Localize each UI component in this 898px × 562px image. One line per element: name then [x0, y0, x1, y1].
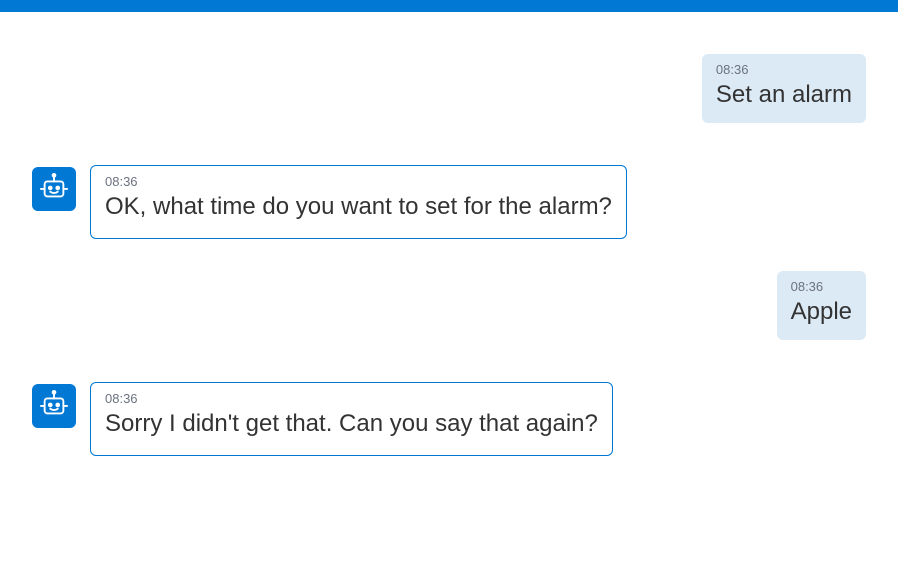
message-text: Sorry I didn't get that. Can you say tha… [105, 408, 598, 440]
message-row-bot: 08:36 Sorry I didn't get that. Can you s… [32, 382, 866, 455]
chat-container: 08:36 Set an alarm 08:36 OK, wha [0, 12, 898, 456]
message-timestamp: 08:36 [716, 62, 852, 77]
user-message-bubble[interactable]: 08:36 Apple [777, 271, 866, 340]
bot-message-bubble[interactable]: 08:36 OK, what time do you want to set f… [90, 165, 627, 238]
message-text: OK, what time do you want to set for the… [105, 191, 612, 223]
bot-avatar [32, 167, 76, 211]
top-bar [0, 0, 898, 12]
bot-avatar [32, 384, 76, 428]
message-row-bot: 08:36 OK, what time do you want to set f… [32, 165, 866, 238]
message-timestamp: 08:36 [105, 391, 598, 406]
bot-icon [39, 172, 69, 207]
message-row-user: 08:36 Set an alarm [32, 54, 866, 123]
bot-icon [39, 389, 69, 424]
bot-message-bubble[interactable]: 08:36 Sorry I didn't get that. Can you s… [90, 382, 613, 455]
message-text: Apple [791, 296, 852, 328]
message-row-user: 08:36 Apple [32, 271, 866, 340]
message-timestamp: 08:36 [791, 279, 852, 294]
message-timestamp: 08:36 [105, 174, 612, 189]
user-message-bubble[interactable]: 08:36 Set an alarm [702, 54, 866, 123]
message-text: Set an alarm [716, 79, 852, 111]
